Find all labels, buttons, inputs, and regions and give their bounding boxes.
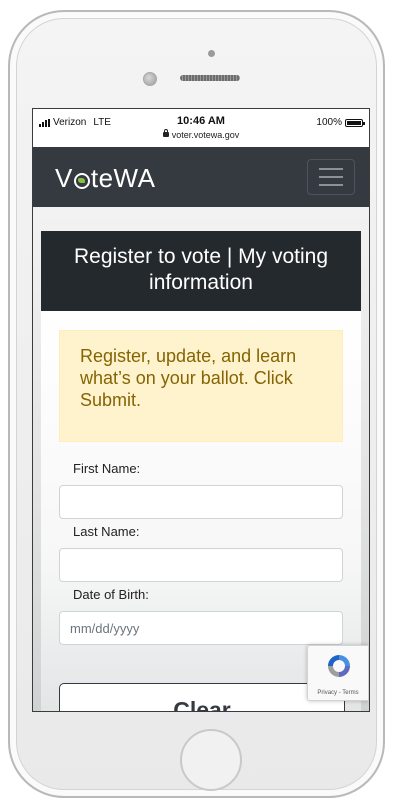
info-alert: Register, update, and learn what’s on yo… [59, 330, 343, 442]
battery-percent: 100% [316, 117, 342, 128]
earpiece-speaker [180, 75, 240, 81]
lock-icon [162, 129, 169, 137]
hamburger-line [319, 176, 343, 178]
brand-suffix: teWA [90, 163, 156, 193]
hamburger-line [319, 168, 343, 170]
battery-fill [347, 120, 361, 125]
status-bar: Verizon LTE 10:46 AM voter.votewa.gov 10… [33, 109, 369, 147]
card-title: Register to vote | My voting information [41, 231, 361, 311]
washington-state-icon [73, 172, 90, 189]
proximity-sensor [208, 50, 215, 57]
address-bar[interactable]: voter.votewa.gov [33, 129, 369, 140]
clear-button[interactable]: Clear [59, 683, 345, 711]
last-name-input[interactable] [59, 548, 343, 582]
status-battery-group: 100% [316, 117, 365, 128]
recaptcha-badge[interactable]: Privacy - Terms [307, 645, 369, 701]
phone-screen: Verizon LTE 10:46 AM voter.votewa.gov 10… [32, 108, 370, 712]
site-navbar: VteWA [33, 147, 369, 207]
first-name-label: First Name: [73, 461, 141, 476]
home-button[interactable] [180, 729, 242, 791]
recaptcha-icon [328, 655, 350, 677]
hamburger-menu-button[interactable] [307, 159, 355, 195]
hamburger-line [319, 184, 343, 186]
registration-card: Register to vote | My voting information… [41, 231, 361, 711]
front-camera [143, 72, 157, 86]
votewa-logo[interactable]: VteWA [55, 163, 155, 194]
dob-label: Date of Birth: [73, 587, 149, 602]
first-name-input[interactable] [59, 485, 343, 519]
last-name-label: Last Name: [73, 524, 140, 539]
dob-input[interactable] [59, 611, 343, 645]
battery-icon [345, 118, 365, 127]
recaptcha-privacy-terms[interactable]: Privacy - Terms [308, 690, 368, 696]
url-text: voter.votewa.gov [171, 130, 240, 140]
brand-prefix: V [55, 163, 73, 193]
